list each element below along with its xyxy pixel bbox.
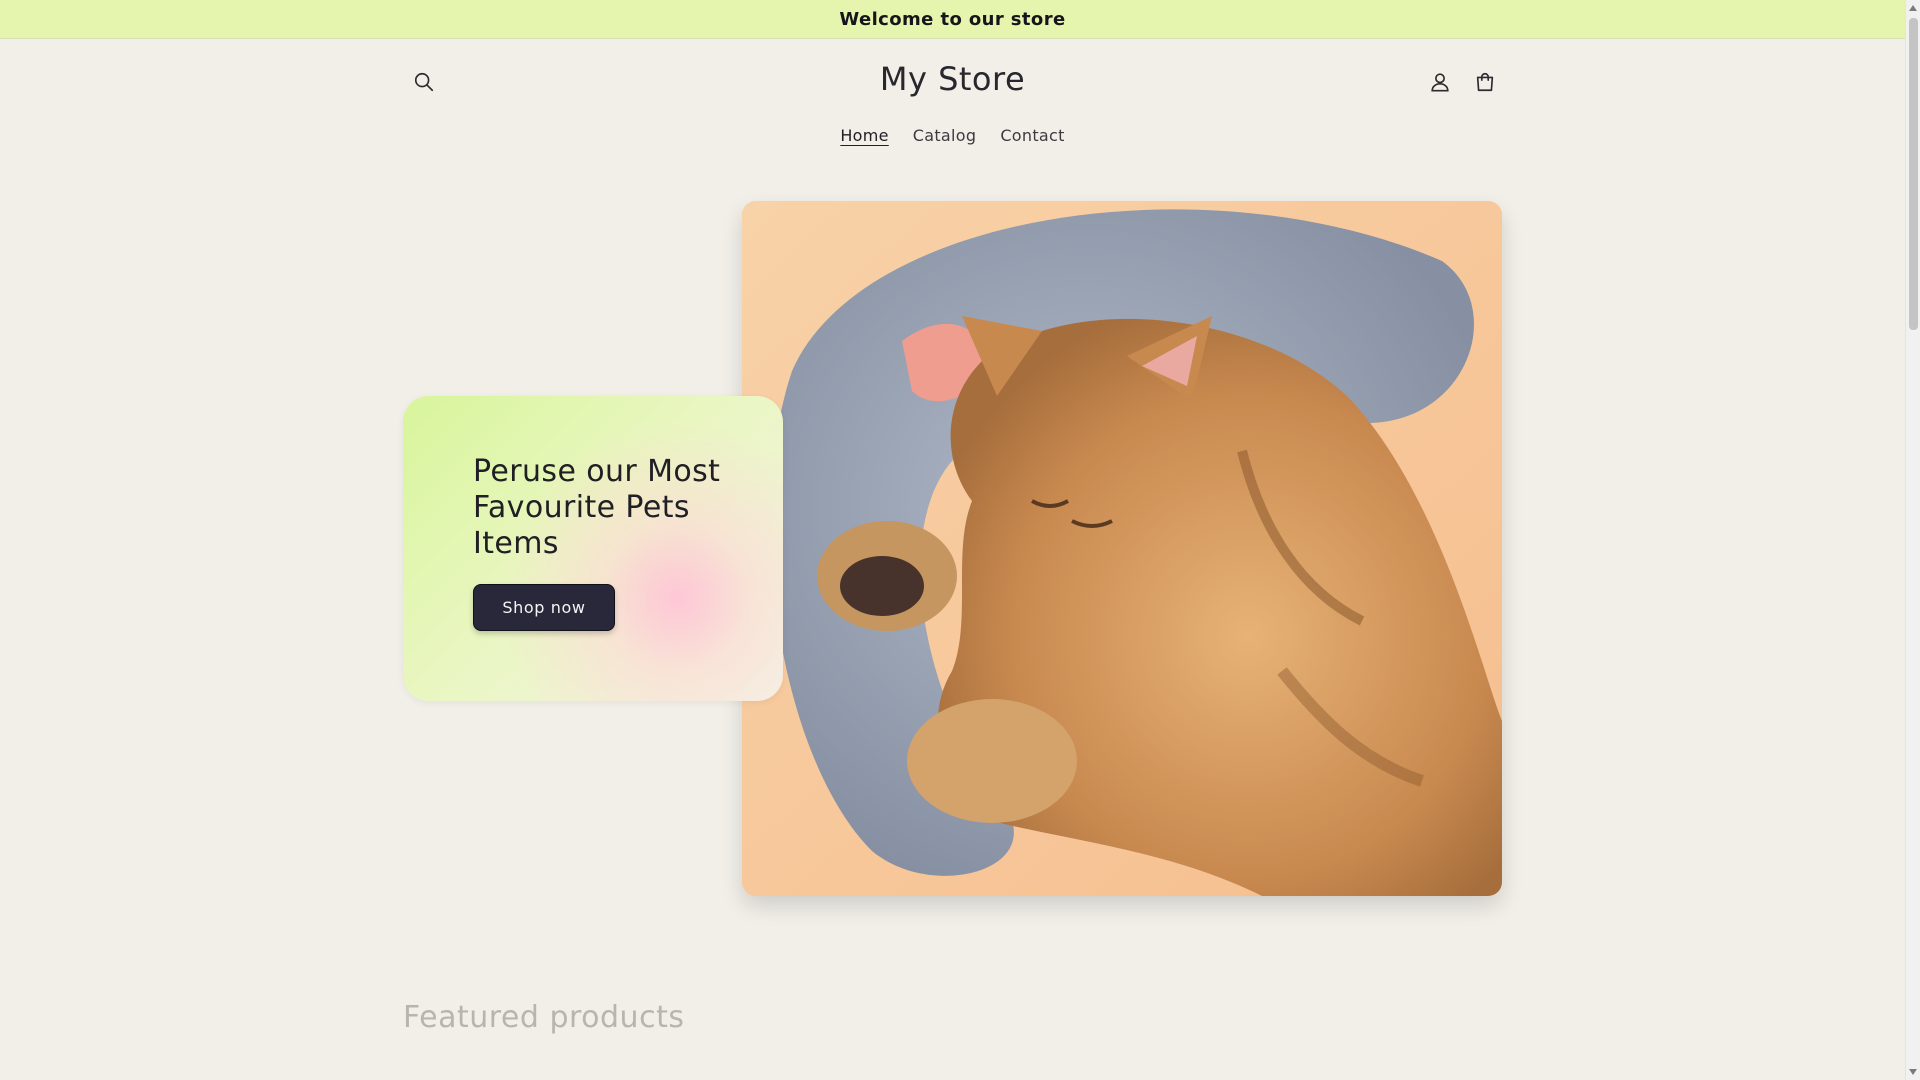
kitten-sleeping-on-pillow-image (742, 201, 1502, 896)
shop-now-button[interactable]: Shop now (473, 584, 615, 631)
search-button[interactable] (402, 60, 446, 104)
scrollbar-thumb[interactable] (1909, 18, 1918, 330)
scroll-down-icon[interactable] (1909, 1069, 1917, 1075)
hero-text-card: Peruse our Most Favourite Pets Items Sho… (403, 396, 783, 701)
scroll-up-icon[interactable] (1909, 5, 1917, 11)
nav-item-catalog[interactable]: Catalog (913, 126, 977, 147)
search-icon (414, 72, 434, 92)
announcement-text: Welcome to our store (839, 8, 1066, 30)
store-name[interactable]: My Store (880, 60, 1025, 98)
hero-heading: Peruse our Most Favourite Pets Items (473, 454, 721, 561)
cart-button[interactable] (1463, 60, 1507, 104)
store-logo: My Store (0, 60, 1905, 98)
page: Welcome to our store My Store Home Catal… (0, 0, 1920, 1080)
featured-products-title: Featured products (403, 1000, 685, 1035)
account-button[interactable] (1418, 60, 1462, 104)
vertical-scrollbar[interactable] (1905, 0, 1920, 1080)
nav-item-contact[interactable]: Contact (1000, 126, 1064, 147)
site-header: My Store Home Catalog Contact (0, 40, 1905, 162)
announcement-bar: Welcome to our store (0, 0, 1905, 39)
hero-image (742, 201, 1502, 896)
nav-item-home[interactable]: Home (840, 126, 888, 147)
user-icon (1431, 73, 1449, 92)
main-navigation: Home Catalog Contact (0, 126, 1905, 147)
cart-icon (1476, 73, 1494, 92)
